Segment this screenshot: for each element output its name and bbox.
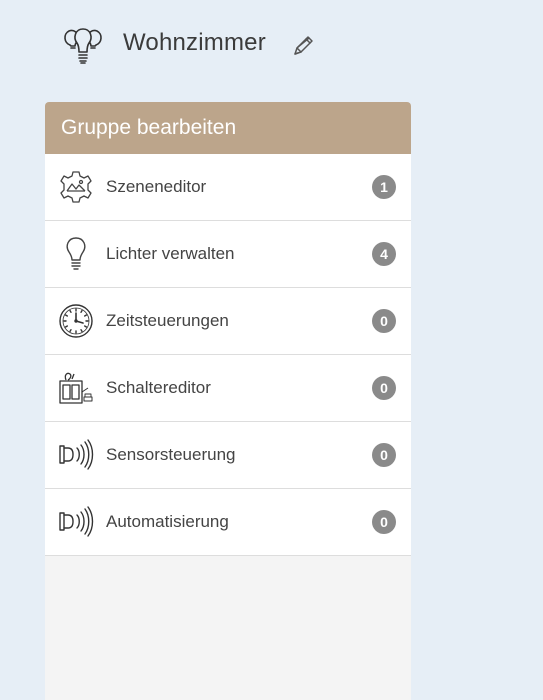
menu-item-manage-lights[interactable]: Lichter verwalten 4 — [45, 221, 411, 288]
menu-item-label: Zeitsteuerungen — [106, 311, 229, 330]
menu-item-label: Sensorsteuerung — [106, 445, 236, 464]
menu-item-label: Szeneneditor — [106, 177, 207, 196]
count-badge: 0 — [372, 443, 396, 467]
menu-item-timers[interactable]: Zeitsteuerungen 0 — [45, 288, 411, 355]
count-badge: 0 — [372, 376, 396, 400]
light-bulbs-group-icon — [60, 24, 106, 68]
sensor-icon — [58, 437, 94, 473]
light-bulb-icon — [58, 236, 94, 272]
menu-item-label: Automatisierung — [106, 512, 229, 531]
menu-item-automation[interactable]: Automatisierung 0 — [45, 489, 411, 556]
count-badge: 4 — [372, 242, 396, 266]
panel-title: Gruppe bearbeiten — [45, 102, 411, 154]
pencil-icon[interactable] — [290, 33, 316, 59]
switch-icon — [58, 370, 94, 406]
edit-group-panel: Gruppe bearbeiten Szeneneditor 1 Lichter… — [45, 102, 411, 700]
room-header: Wohnzimmer — [0, 0, 543, 90]
scene-gear-icon — [58, 169, 94, 205]
clock-icon — [58, 303, 94, 339]
automation-sensor-icon — [58, 504, 94, 540]
menu-item-sensor-control[interactable]: Sensorsteuerung 0 — [45, 422, 411, 489]
room-title: Wohnzimmer — [123, 29, 266, 56]
count-badge: 1 — [372, 175, 396, 199]
count-badge: 0 — [372, 309, 396, 333]
menu-item-label: Schaltereditor — [106, 378, 211, 397]
count-badge: 0 — [372, 510, 396, 534]
menu-item-scene-editor[interactable]: Szeneneditor 1 — [45, 154, 411, 221]
menu-item-switch-editor[interactable]: Schaltereditor 0 — [45, 355, 411, 422]
menu-item-label: Lichter verwalten — [106, 244, 235, 263]
